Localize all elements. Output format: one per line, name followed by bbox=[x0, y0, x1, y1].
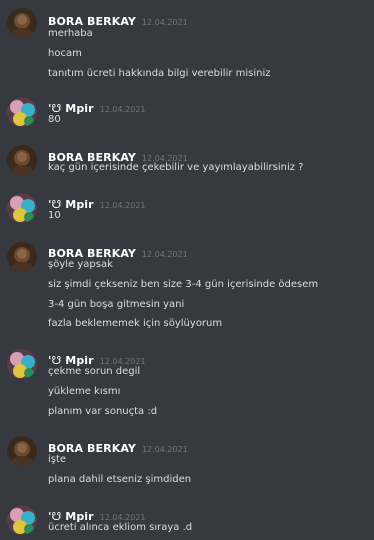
message-text: 3-4 gün boşa gitmesin yani bbox=[48, 299, 185, 310]
avatar[interactable] bbox=[7, 145, 37, 175]
message-text: hocam bbox=[48, 48, 82, 59]
message-text: merhaba bbox=[48, 28, 93, 39]
message-text: şöyle yapsak bbox=[48, 259, 113, 270]
avatar[interactable] bbox=[7, 97, 37, 127]
message-text: plana dahil etseniz şimdiden bbox=[48, 474, 192, 485]
message-text: işte bbox=[48, 454, 67, 465]
timestamp: 12.04.2021 bbox=[141, 250, 188, 259]
avatar[interactable] bbox=[7, 505, 37, 535]
chat-message-list: BORA BERKAY 12.04.2021 merhaba hocam tanı… bbox=[0, 0, 374, 540]
avatar[interactable] bbox=[7, 436, 37, 466]
timestamp: 12.04.2021 bbox=[141, 445, 188, 454]
message-text: fazla beklememek için söylüyorum bbox=[48, 318, 223, 329]
avatar[interactable] bbox=[7, 8, 37, 38]
timestamp: 12.04.2021 bbox=[141, 18, 188, 27]
message-text: çekme sorun degil bbox=[48, 366, 141, 377]
message-text: 10 bbox=[48, 210, 61, 221]
message-text: 80 bbox=[48, 114, 61, 125]
message-text: tanıtım ücreti hakkında bilgi verebilir … bbox=[48, 68, 271, 79]
message-text: ücreti alınca ekliom sıraya .d bbox=[48, 522, 193, 533]
message-text: kaç gün içerisinde çekebilir ve yayımlay… bbox=[48, 162, 304, 173]
message-text: siz şimdi çekseniz ben size 3-4 gün içer… bbox=[48, 279, 319, 290]
message-text: planım var sonuçta :d bbox=[48, 406, 158, 417]
timestamp: 12.04.2021 bbox=[99, 201, 146, 210]
avatar[interactable] bbox=[7, 242, 37, 272]
avatar[interactable] bbox=[7, 193, 37, 223]
timestamp: 12.04.2021 bbox=[99, 105, 146, 114]
avatar[interactable] bbox=[7, 349, 37, 379]
message-text: yükleme kısmı bbox=[48, 386, 121, 397]
